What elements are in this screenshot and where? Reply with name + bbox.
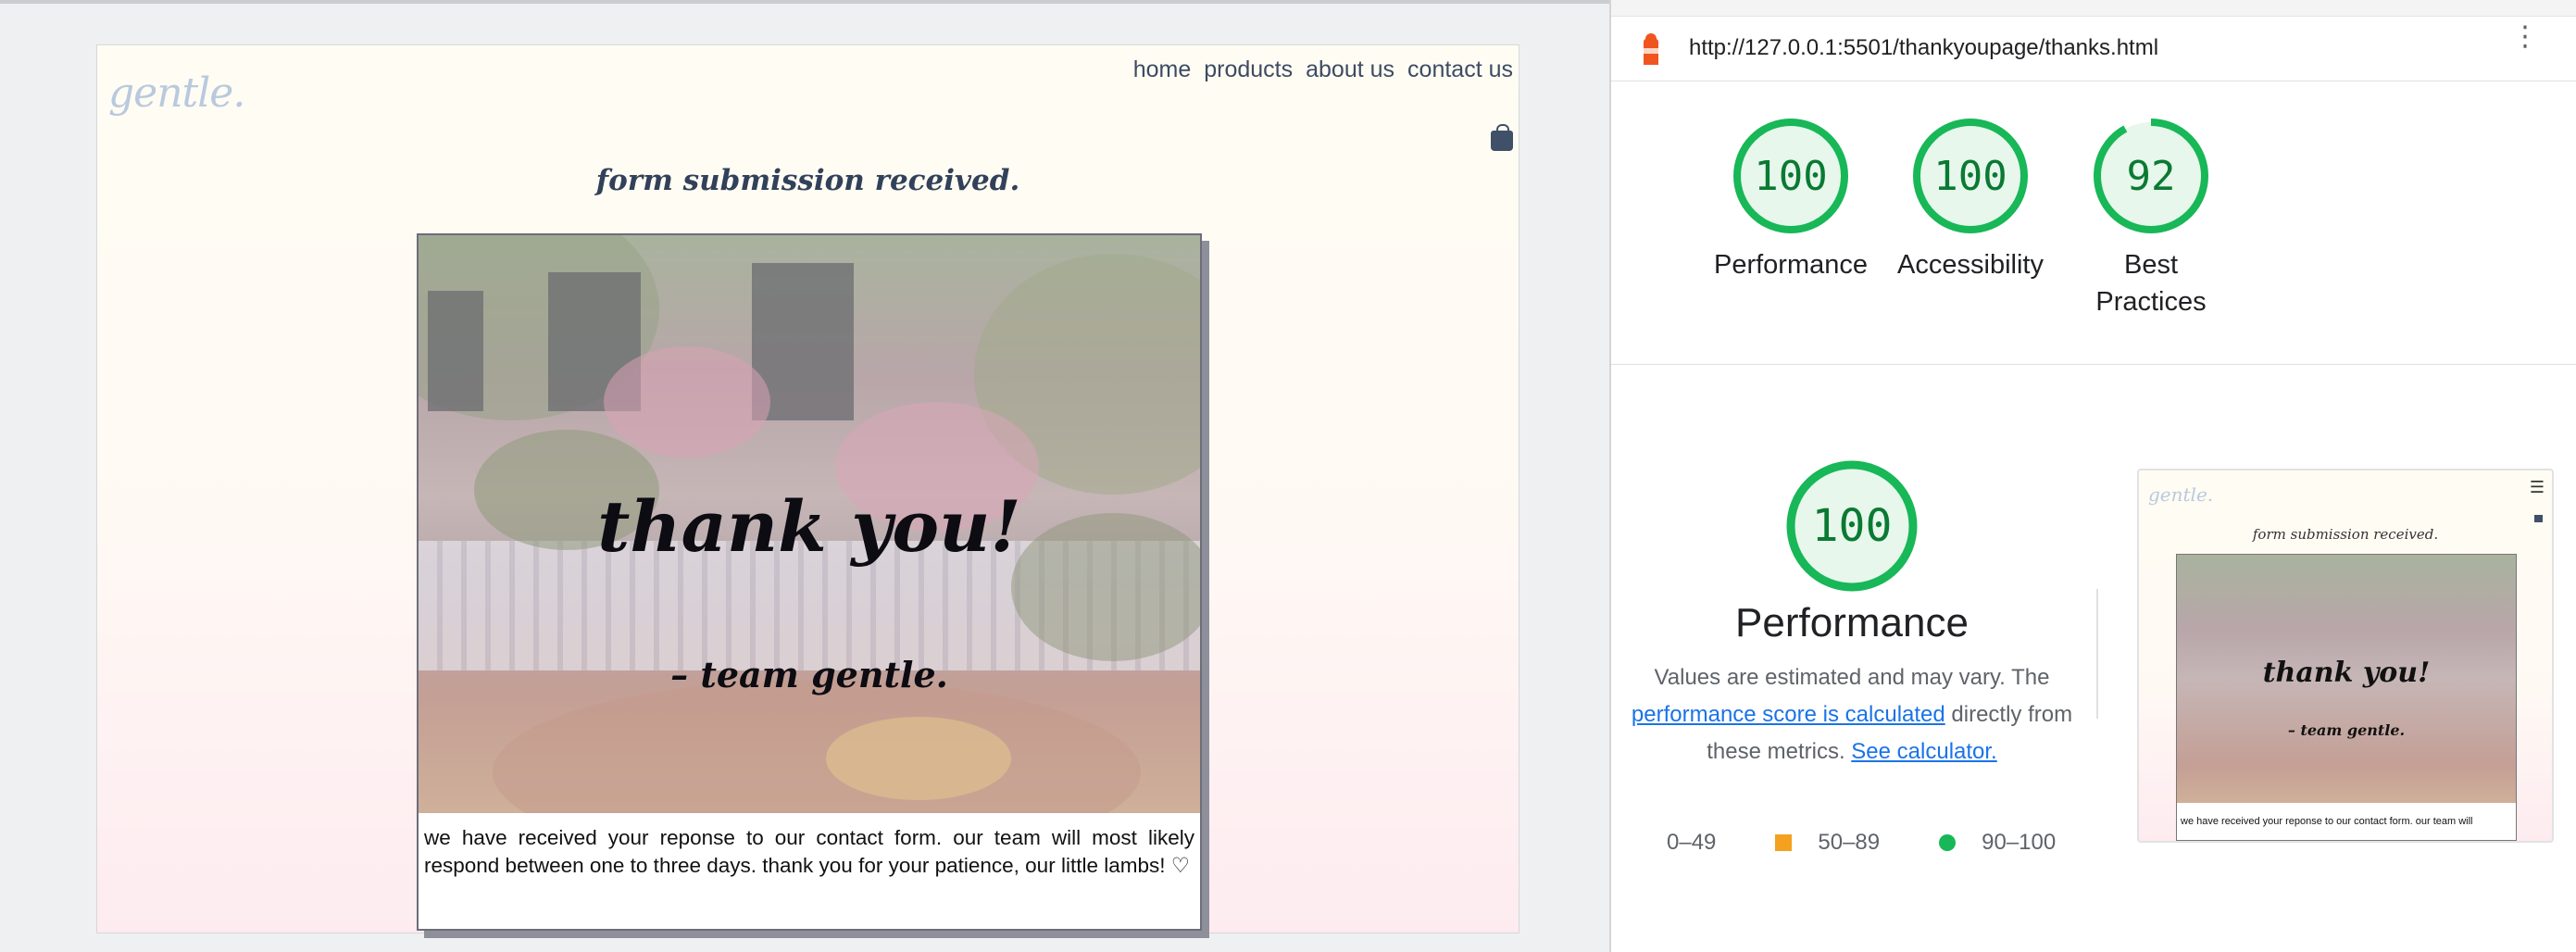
gauge-value: 100 [1754, 153, 1827, 200]
confirmation-message: we have received your reponse to our con… [424, 826, 1194, 877]
legend-average: 50–89 [1775, 830, 1880, 856]
garden-painting-image: thank you! – team gentle. [419, 235, 1200, 813]
page-screenshot-thumbnail[interactable]: gentle. ☰ form submission received. than… [2137, 469, 2554, 843]
report-url-bar: http://127.0.0.1:5501/thankyoupage/thank… [1611, 17, 2576, 81]
hamburger-menu-icon: ☰ [2529, 478, 2545, 497]
thumbnail-card: thank you! – team gentle. we have receiv… [2176, 554, 2517, 841]
thumbnail-heading: form submission received. [2252, 526, 2439, 543]
more-vert-icon[interactable]: ⋮ [2511, 23, 2539, 51]
performance-title: Performance [1735, 600, 1969, 645]
circle-icon [1939, 834, 1957, 851]
thumbnail-image: thank you! – team gentle. [2177, 555, 2516, 803]
score-gauges: 100 Performance 100 Accessibility 92 Bes… [1611, 81, 2576, 365]
thumbnail-message: we have received your reponse to our con… [2181, 816, 2473, 827]
gauge-performance[interactable]: 100 Performance [1698, 115, 1883, 283]
nav-home[interactable]: home [1133, 56, 1192, 83]
summary-divider [2096, 589, 2098, 719]
gauge-label: Performance [1713, 250, 1868, 280]
gauge-accessibility[interactable]: 100 Accessibility [1878, 115, 2063, 283]
gauge-value: 100 [1933, 153, 2007, 200]
signature: – team gentle. [670, 654, 948, 695]
thank-you-title: thank you! [597, 485, 1021, 568]
legend-pass: 90–100 [1939, 830, 2056, 856]
lighthouse-icon [1641, 33, 1661, 65]
gauge-best-practices[interactable]: 92 Best Practices [2058, 115, 2244, 320]
report-url[interactable]: http://127.0.0.1:5501/thankyoupage/thank… [1689, 35, 2158, 61]
square-icon [1775, 834, 1793, 851]
thumbnail-title: thank you! [2262, 657, 2431, 689]
thumbnail-logo: gentle. [2148, 483, 2214, 506]
web-page: gentle. home products about us contact u… [96, 44, 1519, 933]
browser-viewport: gentle. home products about us contact u… [0, 0, 1609, 952]
browser-top-edge [0, 0, 1609, 4]
performance-description: Values are estimated and may vary. The p… [1631, 665, 2073, 764]
gauge-value: 92 [2127, 153, 2176, 200]
shopping-bag-icon[interactable] [1491, 124, 1513, 151]
performance-summary: 100 Performance Values are estimated and… [1611, 457, 2093, 770]
page-heading: form submission received. [595, 164, 1020, 197]
nav-contact-us[interactable]: contact us [1407, 56, 1513, 83]
thank-you-card: thank you! – team gentle. we have receiv… [417, 233, 1202, 931]
nav-products[interactable]: products [1204, 56, 1293, 83]
score-legend: 0–49 50–89 90–100 [1639, 830, 2115, 856]
legend-fail: 0–49 [1639, 830, 1716, 856]
main-nav: home products about us contact us [1133, 56, 1513, 83]
gauge-label: Best Practices [2095, 250, 2207, 317]
see-calculator-link[interactable]: See calculator. [1851, 739, 1996, 764]
thumbnail-bag-icon [2534, 515, 2543, 522]
devtools-toolbar-edge [1611, 0, 2576, 17]
performance-gauge: 100 [1786, 460, 1918, 592]
nav-about-us[interactable]: about us [1306, 56, 1394, 83]
performance-score: 100 [1812, 500, 1893, 552]
gauge-ring: 100 [1733, 119, 1848, 233]
lighthouse-panel: http://127.0.0.1:5501/thankyoupage/thank… [1609, 0, 2576, 952]
gauge-label: Accessibility [1897, 250, 2044, 280]
thumbnail-signature: – team gentle. [2287, 721, 2406, 739]
score-calculated-link[interactable]: performance score is calculated [1632, 702, 1945, 727]
gauge-ring: 100 [1913, 119, 2028, 233]
site-logo[interactable]: gentle. [108, 69, 245, 117]
gauge-ring: 92 [2094, 119, 2208, 233]
